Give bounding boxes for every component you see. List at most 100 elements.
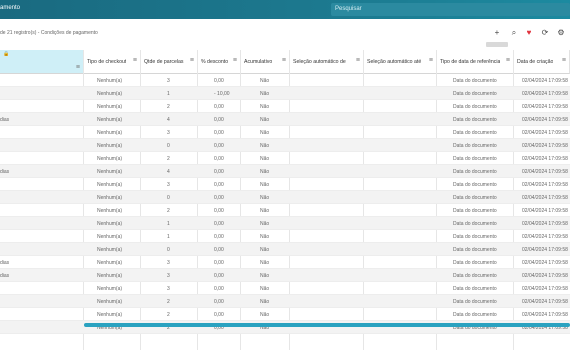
table-row[interactable]: Nenhum(a) 1 0,00 Não Data do documento 02/04/…: [0, 217, 570, 230]
heart-icon[interactable]: ♥: [524, 28, 534, 38]
cell-desconto: 0,00: [214, 182, 224, 188]
cell-criacao: 02/04/2024 17:09:58: [522, 247, 568, 253]
cell-acum: Não: [260, 273, 270, 279]
column-menu-icon[interactable]: ≡: [133, 57, 137, 64]
cell-tipo-data: Data do documento: [453, 312, 497, 318]
cell-name: dias: [0, 273, 10, 279]
column-header-label: Qtde de parcelas: [144, 59, 184, 65]
table-row[interactable]: dias Nenhum(a) 3 0,00 Não Data do documento 02…: [0, 256, 570, 269]
cell-tipo-data: Data do documento: [453, 247, 497, 253]
cell-parcelas: 0: [167, 195, 170, 201]
cell-tipo-data: Data do documento: [453, 286, 497, 292]
cell-acum: Não: [260, 78, 270, 84]
cell-tipo-data: Data do documento: [453, 156, 497, 162]
cell-tipo-data: Data do documento: [453, 299, 497, 305]
table-row[interactable]: Nenhum(a) 3 0,00 Não Data do documento 02/04/…: [0, 178, 570, 191]
horizontal-scrollbar[interactable]: [84, 323, 570, 327]
cell-checkout: Nenhum(a): [97, 247, 123, 253]
global-search-input[interactable]: Pesquisar: [331, 3, 570, 16]
column-menu-icon[interactable]: ≡: [429, 57, 433, 64]
cell-acum: Não: [260, 195, 270, 201]
column-header-7[interactable]: Tipo de data de referência ≡: [437, 50, 514, 74]
column-header-6[interactable]: Seleção automático até ≡: [364, 50, 437, 74]
cell-desconto: 0,00: [214, 247, 224, 253]
cell-acum: Não: [260, 260, 270, 266]
column-header-1[interactable]: Tipo de checkout ≡: [84, 50, 141, 74]
cell-criacao: 02/04/2024 17:09:58: [522, 104, 568, 110]
breadcrumb: de 21 registro(s) - Condições de pagamen…: [0, 30, 98, 36]
cell-acum: Não: [260, 182, 270, 188]
table-row[interactable]: Nenhum(a) 3 0,00 Não Data do documento 02/04/…: [0, 74, 570, 87]
add-icon[interactable]: +: [492, 28, 502, 38]
column-menu-icon[interactable]: ≡: [356, 57, 360, 64]
table-row[interactable]: Nenhum(a) 2 0,00 Não Data do documento 02/04/…: [0, 152, 570, 165]
cell-checkout: Nenhum(a): [97, 234, 123, 240]
cell-tipo-data: Data do documento: [453, 221, 497, 227]
cell-desconto: 0,00: [214, 286, 224, 292]
cell-parcelas: 3: [167, 78, 170, 84]
cell-checkout: Nenhum(a): [97, 104, 123, 110]
column-header-4[interactable]: Acumulativo ≡: [241, 50, 290, 74]
cell-acum: Não: [260, 221, 270, 227]
cell-tipo-data: Data do documento: [453, 169, 497, 175]
cell-tipo-data: Data do documento: [453, 78, 497, 84]
cell-criacao: 02/04/2024 17:09:58: [522, 286, 568, 292]
table-row[interactable]: Nenhum(a) 2 0,00 Não Data do documento 02/04/…: [0, 295, 570, 308]
table-row[interactable]: Nenhum(a) 2 0,00 Não Data do documento 02/04/…: [0, 100, 570, 113]
table-row[interactable]: Nenhum(a) 0 0,00 Não Data do documento 02/04/…: [0, 139, 570, 152]
cell-name: dias: [0, 260, 10, 266]
table-row[interactable]: Nenhum(a) 1 - 10,00 Não Data do documento 02/…: [0, 87, 570, 100]
cell-tipo-data: Data do documento: [453, 234, 497, 240]
column-header-2[interactable]: Qtde de parcelas ≡: [141, 50, 198, 74]
column-menu-icon[interactable]: ≡: [233, 57, 237, 64]
cell-name: dias: [0, 117, 10, 123]
cell-parcelas: 2: [167, 312, 170, 318]
cell-tipo-data: Data do documento: [453, 91, 497, 97]
table-row[interactable]: dias Nenhum(a) 3 0,00 Não Data do documento 02…: [0, 269, 570, 282]
cell-tipo-data: Data do documento: [453, 208, 497, 214]
cell-criacao: 02/04/2024 17:09:58: [522, 117, 568, 123]
table-row[interactable]: dias Nenhum(a) 4 0,00 Não Data do documento 02…: [0, 113, 570, 126]
cell-checkout: Nenhum(a): [97, 117, 123, 123]
table-row[interactable]: Nenhum(a) 3 0,00 Não Data do documento 02/04/…: [0, 282, 570, 295]
column-menu-icon[interactable]: ≡: [76, 64, 80, 71]
cell-parcelas: 3: [167, 273, 170, 279]
search-icon[interactable]: ⌕: [509, 28, 519, 38]
cell-criacao: 02/04/2024 17:09:58: [522, 260, 568, 266]
table-row[interactable]: Nenhum(a) 3 0,00 Não Data do documento 02/04/…: [0, 126, 570, 139]
column-menu-icon[interactable]: ≡: [282, 57, 286, 64]
cell-criacao: 02/04/2024 17:09:58: [522, 143, 568, 149]
column-menu-icon[interactable]: ≡: [506, 57, 510, 64]
cell-desconto: 0,00: [214, 104, 224, 110]
cell-desconto: 0,00: [214, 156, 224, 162]
settings-icon[interactable]: ⚙: [556, 28, 566, 38]
cell-checkout: Nenhum(a): [97, 299, 123, 305]
column-header-5[interactable]: Seleção automático de ≡: [290, 50, 364, 74]
cell-checkout: Nenhum(a): [97, 260, 123, 266]
cell-checkout: Nenhum(a): [97, 273, 123, 279]
cell-name: dias: [0, 169, 10, 175]
table-row[interactable]: Nenhum(a) 0 0,00 Não Data do documento 02/04/…: [0, 191, 570, 204]
cell-acum: Não: [260, 143, 270, 149]
column-header-8[interactable]: Data de criação ≡: [514, 50, 570, 74]
cell-checkout: Nenhum(a): [97, 156, 123, 162]
column-menu-icon[interactable]: ≡: [190, 57, 194, 64]
table-row[interactable]: dias Nenhum(a) 4 0,00 Não Data do documento 02…: [0, 165, 570, 178]
cell-parcelas: 2: [167, 208, 170, 214]
cell-parcelas: 4: [167, 117, 170, 123]
cell-parcelas: 1: [167, 234, 170, 240]
table-row[interactable]: Nenhum(a) 1 0,00 Não Data do documento 02/04/…: [0, 230, 570, 243]
cell-desconto: 0,00: [214, 273, 224, 279]
refresh-icon[interactable]: ⟳: [540, 28, 550, 38]
column-header-3[interactable]: % desconto ≡: [198, 50, 241, 74]
column-menu-icon[interactable]: ≡: [562, 57, 566, 64]
table-row[interactable]: Nenhum(a) 2 0,00 Não Data do documento 02/04/…: [0, 204, 570, 217]
cell-acum: Não: [260, 312, 270, 318]
table-row[interactable]: Nenhum(a) 0 0,00 Não Data do documento 02/04/…: [0, 243, 570, 256]
cell-desconto: 0,00: [214, 234, 224, 240]
cell-acum: Não: [260, 169, 270, 175]
cell-checkout: Nenhum(a): [97, 78, 123, 84]
cell-desconto: 0,00: [214, 221, 224, 227]
column-header-0[interactable]: 🔒 ≡: [0, 50, 84, 74]
table-row[interactable]: Nenhum(a) 2 0,00 Não Data do documento 02/04/…: [0, 308, 570, 321]
